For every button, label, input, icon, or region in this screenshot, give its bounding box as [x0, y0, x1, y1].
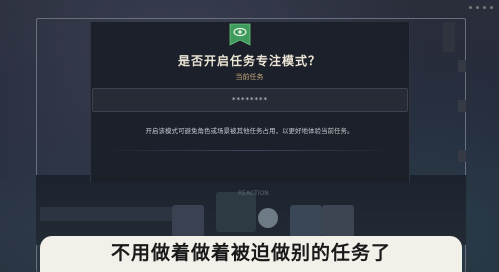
background-label: REACTION: [238, 190, 269, 197]
dialog-subtitle: 当前任务: [235, 73, 264, 81]
current-task-field[interactable]: ********: [92, 88, 408, 112]
background-orb: [258, 208, 278, 228]
background-slot: [216, 192, 256, 232]
side-tab: [443, 22, 455, 52]
background-slot: [322, 205, 354, 237]
dialog-title: 是否开启任务专注模式？: [177, 54, 321, 68]
background-slot: [290, 205, 322, 237]
side-marker: [458, 150, 466, 162]
eye-badge-icon: [229, 23, 251, 46]
side-marker: [458, 100, 466, 112]
divider: [100, 150, 400, 151]
dialog-description: 开启该模式可避免角色或场景被其他任务占用，以更好地体验当前任务。: [145, 127, 354, 135]
background-slot: [172, 205, 204, 237]
caption-text: 不用做着做着被迫做别的任务了: [110, 242, 391, 264]
window-dots: [469, 6, 493, 9]
current-task-value: ********: [232, 96, 268, 104]
